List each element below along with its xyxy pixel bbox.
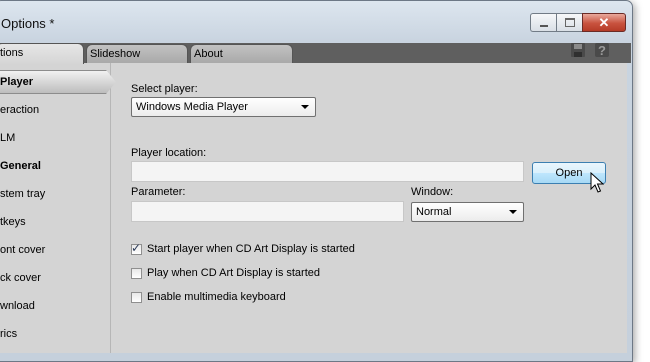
svg-text:?: ? <box>598 43 606 58</box>
checkmark-icon: ✓ <box>131 240 142 255</box>
multimedia-keyboard-checkbox[interactable] <box>131 291 142 303</box>
help-icon[interactable]: ? <box>594 42 610 58</box>
player-select-value: Windows Media Player <box>136 101 248 113</box>
close-button[interactable]: ✕ <box>582 13 626 32</box>
tab-label: tions <box>0 47 24 59</box>
mouse-cursor-icon <box>590 172 604 193</box>
sidebar-item-front-cover[interactable]: ont cover <box>0 239 45 261</box>
window-select-value: Normal <box>416 206 452 218</box>
save-icon[interactable] <box>570 42 586 58</box>
tab-options[interactable]: tions <box>0 43 84 64</box>
window-controls: ✕ <box>530 13 626 32</box>
minimize-icon <box>539 24 548 27</box>
tab-label: Slideshow <box>90 48 141 60</box>
player-location-label: Player location: <box>131 147 207 159</box>
minimize-button[interactable] <box>530 13 556 32</box>
start-player-checkbox[interactable]: ✓ <box>131 240 142 255</box>
parameter-label: Parameter: <box>131 186 186 198</box>
play-when-started-checkbox[interactable] <box>131 267 142 279</box>
sidebar-item-back-cover[interactable]: ck cover <box>0 267 41 289</box>
sidebar-item-hotkeys[interactable]: tkeys <box>0 211 26 233</box>
sidebar-item-interaction[interactable]: eraction <box>0 99 39 121</box>
option-multimedia-keyboard[interactable]: Enable multimedia keyboard <box>131 290 286 304</box>
window-title: Options * <box>1 16 55 31</box>
maximize-icon <box>564 18 575 27</box>
tab-slideshow[interactable]: Slideshow <box>86 44 188 63</box>
close-icon: ✕ <box>598 15 610 30</box>
player-select[interactable]: Windows Media Player <box>131 97 316 117</box>
sidebar-item-download[interactable]: wnload <box>0 295 35 317</box>
window-label: Window: <box>411 186 454 198</box>
tab-strip: tions Slideshow About <box>0 43 631 64</box>
chevron-down-icon <box>509 210 517 214</box>
chevron-down-icon <box>301 105 309 109</box>
option-start-player[interactable]: ✓ Start player when CD Art Display is st… <box>131 240 355 256</box>
maximize-button[interactable] <box>556 13 582 32</box>
sidebar-item-player[interactable]: Player <box>0 70 116 94</box>
sidebar-item-xml[interactable]: LM <box>0 127 15 149</box>
sidebar: Player eraction LM General stem tray tke… <box>0 63 116 353</box>
option-play-when-started[interactable]: Play when CD Art Display is started <box>131 266 320 280</box>
tab-about[interactable]: About <box>190 44 293 63</box>
select-player-label: Select player: <box>131 83 198 95</box>
tab-label: About <box>194 48 223 60</box>
window-select[interactable]: Normal <box>411 202 524 222</box>
sidebar-item-system-tray[interactable]: stem tray <box>0 183 45 205</box>
player-location-input[interactable] <box>131 161 524 182</box>
parameter-input[interactable] <box>131 201 404 222</box>
sidebar-item-general[interactable]: General <box>0 155 41 177</box>
sidebar-item-lyrics[interactable]: rics <box>0 323 17 345</box>
